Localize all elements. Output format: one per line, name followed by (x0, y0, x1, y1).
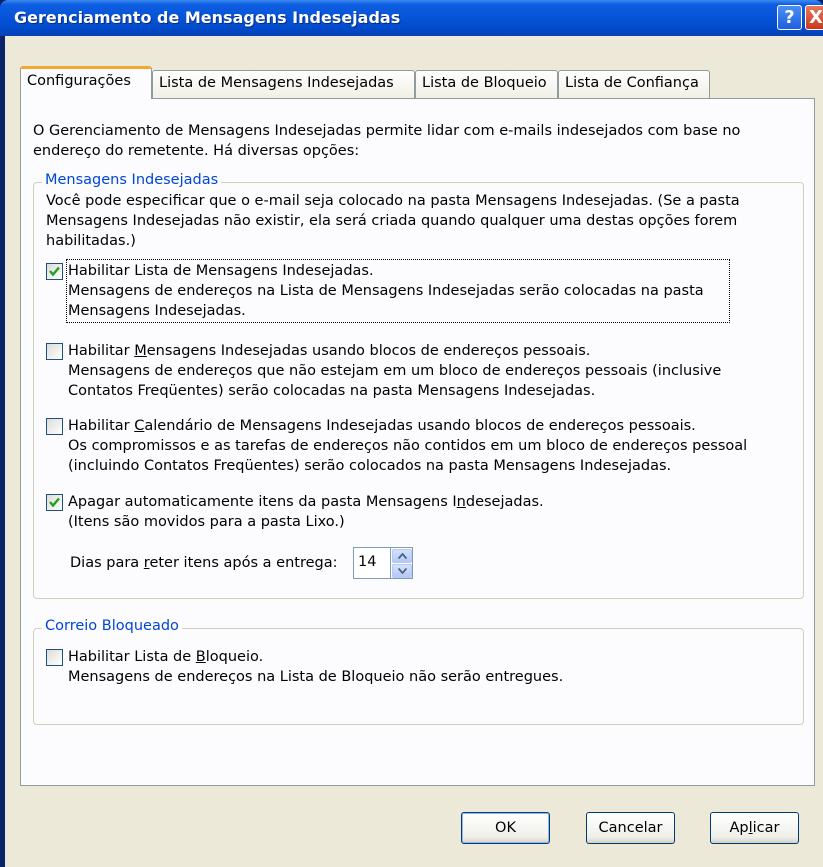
auto-delete-detail: (Itens são movidos para a pasta Lixo.) (68, 514, 345, 530)
option-enable-block-list[interactable]: Habilitar Lista de Bloqueio. Mensagens d… (46, 647, 606, 689)
junk-calendar-detail-1: Os compromissos e as tarefas de endereço… (68, 438, 748, 454)
close-icon: X (809, 7, 823, 28)
enable-junk-list-detail-1: Mensagens de endereços na Lista de Mensa… (68, 283, 704, 299)
junk-group-legend: Mensagens Indesejadas (42, 172, 222, 188)
enable-block-list-checkbox[interactable] (46, 649, 63, 666)
intro-text: O Gerenciamento de Mensagens Indesejadas… (33, 123, 741, 159)
auto-delete-checkbox[interactable] (46, 494, 63, 511)
tab-lista-confianca[interactable]: Lista de Confiança (558, 70, 710, 98)
close-button[interactable]: X (805, 5, 823, 30)
dialog-window: Gerenciamento de Mensagens Indesejadas ?… (0, 0, 823, 867)
option-junk-calendar[interactable]: Habilitar Calendário de Mensagens Indese… (46, 416, 786, 476)
tab-label: Lista de Mensagens Indesejadas (159, 75, 394, 91)
window-title: Gerenciamento de Mensagens Indesejadas (14, 8, 401, 27)
blocked-group-legend: Correio Bloqueado (42, 618, 182, 634)
tab-label: Configurações (27, 73, 131, 89)
retention-days-input[interactable]: 14 (353, 547, 391, 579)
enable-junk-list-text: Habilitar Lista de Mensagens Indesejadas… (66, 259, 730, 323)
option-enable-junk-list[interactable]: Habilitar Lista de Mensagens Indesejadas… (46, 259, 736, 327)
enable-block-list-detail: Mensagens de endereços na Lista de Bloqu… (68, 669, 564, 685)
dialog-client-area: Configurações Lista de Mensagens Indesej… (5, 36, 823, 867)
apply-button[interactable]: Ap l icar (710, 812, 799, 844)
blocked-mail-group: Correio Bloqueado Habilitar Lista de Blo… (33, 618, 804, 725)
arrow-down-icon (397, 568, 407, 574)
junk-by-address-book-detail-2: Contatos Freqüentes) serão colocadas na … (68, 383, 596, 399)
auto-delete-label: Apagar automaticamente itens da pasta Me… (68, 494, 544, 510)
retention-days-spinner (391, 547, 413, 579)
arrow-up-icon (397, 553, 407, 559)
auto-delete-text: Apagar automaticamente itens da pasta Me… (68, 492, 544, 532)
enable-junk-list-checkbox[interactable] (46, 263, 63, 280)
junk-by-address-book-detail-1: Mensagens de endereços que não estejam e… (68, 363, 722, 379)
enable-junk-list-label: Habilitar Lista de Mensagens Indesejadas… (68, 263, 374, 279)
spin-up-button[interactable] (392, 549, 412, 563)
junk-mail-group: Mensagens Indesejadas Você pode especifi… (33, 172, 804, 599)
junk-by-address-book-label: Habilitar Mensagens Indesejadas usando b… (68, 343, 591, 359)
tab-lista-mensagens-indesejadas[interactable]: Lista de Mensagens Indesejadas (152, 70, 415, 98)
checkmark-icon (49, 266, 60, 277)
junk-calendar-label: Habilitar Calendário de Mensagens Indese… (68, 418, 696, 434)
tab-panel-configuracoes: O Gerenciamento de Mensagens Indesejadas… (20, 98, 815, 786)
junk-calendar-text: Habilitar Calendário de Mensagens Indese… (68, 416, 747, 476)
retention-days-label: Dias para reter itens após a entrega: (70, 555, 338, 571)
enable-block-list-label: Habilitar Lista de Bloqueio. (68, 649, 264, 665)
ok-button[interactable]: OK (461, 812, 550, 844)
spin-down-button[interactable] (392, 564, 412, 578)
tab-label: Lista de Bloqueio (422, 75, 547, 91)
title-bar[interactable]: Gerenciamento de Mensagens Indesejadas ?… (0, 0, 823, 36)
junk-calendar-checkbox[interactable] (46, 418, 63, 435)
cancel-button[interactable]: Cancelar (586, 812, 675, 844)
checkmark-icon (49, 497, 60, 508)
help-button[interactable]: ? (777, 5, 802, 30)
tab-lista-bloqueio[interactable]: Lista de Bloqueio (415, 70, 558, 98)
option-junk-by-address-book[interactable]: Habilitar Mensagens Indesejadas usando b… (46, 341, 746, 401)
junk-group-description: Você pode especificar que o e-mail seja … (46, 193, 740, 249)
junk-by-address-book-checkbox[interactable] (46, 343, 63, 360)
tab-configuracoes[interactable]: Configurações (20, 66, 152, 99)
enable-block-list-text: Habilitar Lista de Bloqueio. Mensagens d… (68, 647, 563, 687)
tab-label: Lista de Confiança (565, 75, 699, 91)
help-icon: ? (784, 7, 795, 28)
enable-junk-list-detail-2: Mensagens Indesejadas. (68, 303, 246, 319)
junk-calendar-detail-2: (incluindo Contatos Freqüentes) serão co… (68, 458, 672, 474)
junk-by-address-book-text: Habilitar Mensagens Indesejadas usando b… (68, 341, 721, 401)
option-auto-delete[interactable]: Apagar automaticamente itens da pasta Me… (46, 492, 586, 534)
